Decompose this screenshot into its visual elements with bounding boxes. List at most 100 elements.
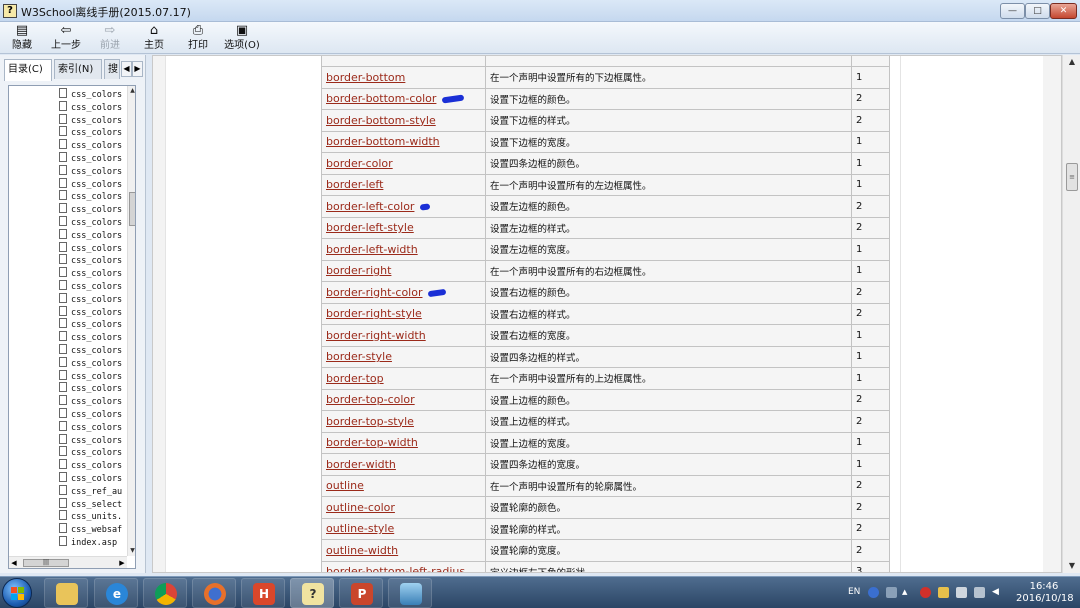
start-button[interactable] bbox=[2, 578, 32, 608]
scroll-thumb[interactable]: ≡ bbox=[1066, 163, 1078, 191]
tree-item[interactable]: css_colors bbox=[59, 139, 122, 151]
scroll-thumb[interactable]: ||| bbox=[23, 559, 69, 567]
tree-item[interactable]: css_colors bbox=[59, 126, 122, 138]
tray-app-icon[interactable] bbox=[886, 587, 897, 598]
clipboard-tray-icon[interactable] bbox=[956, 587, 967, 598]
forward-button[interactable]: ⇨ 前进 bbox=[88, 23, 132, 53]
tree-item[interactable]: css_websaf bbox=[59, 523, 122, 535]
scroll-right-icon[interactable]: ▶ bbox=[117, 557, 127, 568]
tray-tool-icon[interactable] bbox=[938, 587, 949, 598]
tree-horizontal-scrollbar[interactable]: ◀ ||| ▶ bbox=[9, 556, 127, 568]
network-icon[interactable] bbox=[974, 587, 985, 598]
language-indicator[interactable]: EN bbox=[848, 587, 860, 597]
tree-item[interactable]: css_colors bbox=[59, 216, 122, 228]
property-link[interactable]: border-right-color bbox=[326, 286, 422, 299]
property-link[interactable]: border-left-width bbox=[326, 243, 418, 256]
property-link[interactable]: border-style bbox=[326, 350, 392, 363]
tree-item[interactable]: css_colors bbox=[59, 331, 122, 343]
property-link[interactable]: outline-color bbox=[326, 501, 395, 514]
property-link[interactable]: border-top-style bbox=[326, 415, 414, 428]
tree-vertical-scrollbar[interactable]: ▲ ▼ bbox=[127, 86, 135, 556]
scroll-up-icon[interactable]: ▲ bbox=[1063, 55, 1080, 69]
tab-scroll-right-icon[interactable]: ▶ bbox=[132, 61, 143, 77]
tab-index[interactable]: 索引(N) bbox=[54, 59, 102, 79]
property-link[interactable]: border-left bbox=[326, 178, 383, 191]
taskbar-explorer[interactable] bbox=[44, 578, 88, 608]
tree-item[interactable]: css_colors bbox=[59, 241, 122, 254]
property-link[interactable]: border-right-style bbox=[326, 307, 422, 320]
tree-item[interactable]: css_colors bbox=[59, 318, 122, 330]
show-hidden-icons-icon[interactable]: ▲ bbox=[902, 587, 913, 598]
property-link[interactable]: border-bottom-left-radius bbox=[326, 565, 465, 572]
taskbar-photo-viewer[interactable] bbox=[388, 578, 432, 608]
volume-icon[interactable]: ◀ bbox=[992, 587, 1003, 598]
property-link[interactable]: outline-style bbox=[326, 522, 394, 535]
tree-item[interactable]: css_colors bbox=[59, 344, 122, 356]
tree-item[interactable]: css_colors bbox=[59, 369, 122, 382]
scroll-up-icon[interactable]: ▲ bbox=[128, 86, 135, 96]
print-button[interactable]: ⎙ 打印 bbox=[176, 23, 220, 53]
tree-item[interactable]: css_colors bbox=[59, 446, 122, 458]
tree-item[interactable]: css_colors bbox=[59, 420, 122, 433]
content-vertical-scrollbar[interactable]: ▲ ≡ ▼ bbox=[1062, 55, 1080, 573]
back-button[interactable]: ⇦ 上一步 bbox=[44, 23, 88, 53]
tree-item[interactable]: css_colors bbox=[59, 254, 122, 266]
taskbar-powerpoint[interactable]: P bbox=[339, 578, 383, 608]
taskbar-chrome[interactable] bbox=[143, 578, 187, 608]
close-button[interactable]: ✕ bbox=[1050, 3, 1077, 19]
clock[interactable]: 16:46 2016/10/18 bbox=[1016, 581, 1074, 605]
tree-item[interactable]: css_colors bbox=[59, 356, 122, 369]
taskbar-firefox[interactable] bbox=[192, 578, 236, 608]
property-link[interactable]: border-bottom-width bbox=[326, 135, 440, 148]
tree-item[interactable]: css_colors bbox=[59, 459, 122, 471]
tree-item[interactable]: css_colors bbox=[59, 433, 122, 446]
taskbar-hbuilder[interactable]: H bbox=[241, 578, 285, 608]
property-link[interactable]: outline-width bbox=[326, 544, 398, 557]
scroll-left-icon[interactable]: ◀ bbox=[9, 557, 19, 568]
tree-item[interactable]: css_colors bbox=[59, 292, 122, 305]
property-link[interactable]: border-right bbox=[326, 264, 391, 277]
property-link[interactable]: border-bottom-color bbox=[326, 92, 436, 105]
taskbar-chm-help[interactable]: ? bbox=[290, 578, 334, 608]
property-link[interactable]: outline bbox=[326, 479, 364, 492]
property-link[interactable]: border-bottom-style bbox=[326, 114, 436, 127]
tree-item[interactable]: index.asp bbox=[59, 536, 117, 548]
tree-item[interactable]: css_colors bbox=[59, 408, 122, 420]
tree-item[interactable]: css_colors bbox=[59, 100, 122, 113]
property-link[interactable]: border-right-width bbox=[326, 329, 426, 342]
property-link[interactable]: border-left-color bbox=[326, 200, 414, 213]
tree-item[interactable]: css_colors bbox=[59, 164, 122, 177]
tab-contents[interactable]: 目录(C) bbox=[4, 59, 52, 81]
minimize-button[interactable]: — bbox=[1000, 3, 1025, 19]
tree-item[interactable]: css_colors bbox=[59, 190, 122, 202]
home-button[interactable]: ⌂ 主页 bbox=[132, 23, 176, 53]
tree-item[interactable]: css_select bbox=[59, 497, 122, 510]
scroll-down-icon[interactable]: ▼ bbox=[128, 546, 135, 556]
tree-item[interactable]: css_colors bbox=[59, 305, 122, 318]
tab-scroll-left-icon[interactable]: ◀ bbox=[121, 61, 132, 77]
property-link[interactable]: border-color bbox=[326, 157, 393, 170]
tree-item[interactable]: css_colors bbox=[59, 152, 122, 164]
tree-item[interactable]: css_colors bbox=[59, 177, 122, 190]
tree-item[interactable]: css_colors bbox=[59, 382, 122, 394]
options-button[interactable]: ▣ 选项(O) bbox=[220, 23, 264, 53]
tree-item[interactable]: css_colors bbox=[59, 267, 122, 279]
property-link[interactable]: border-bottom bbox=[326, 71, 405, 84]
tree-item[interactable]: css_colors bbox=[59, 88, 122, 100]
scroll-thumb[interactable] bbox=[129, 192, 135, 226]
scroll-down-icon[interactable]: ▼ bbox=[1063, 559, 1080, 573]
property-link[interactable]: border-width bbox=[326, 458, 396, 471]
tab-search[interactable]: 搜 bbox=[104, 59, 120, 79]
tree-item[interactable]: css_units. bbox=[59, 510, 122, 522]
tree-item[interactable]: css_colors bbox=[59, 228, 122, 241]
tree-item[interactable]: css_colors bbox=[59, 472, 122, 484]
tree-item[interactable]: css_ref_au bbox=[59, 484, 122, 497]
tree-item[interactable]: css_colors bbox=[59, 113, 122, 126]
tree-item[interactable]: css_colors bbox=[59, 395, 122, 407]
property-link[interactable]: border-top-color bbox=[326, 393, 415, 406]
property-link[interactable]: border-left-style bbox=[326, 221, 414, 234]
maximize-button[interactable]: □ bbox=[1025, 3, 1050, 19]
help-tray-icon[interactable] bbox=[868, 587, 879, 598]
tree-item[interactable]: css_colors bbox=[59, 203, 122, 215]
security-tray-icon[interactable] bbox=[920, 587, 931, 598]
